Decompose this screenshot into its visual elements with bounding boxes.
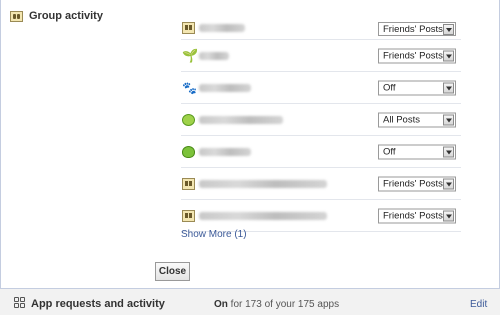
group-name-redacted xyxy=(199,51,229,60)
section-title: Group activity xyxy=(29,10,103,22)
group-icon xyxy=(182,177,195,190)
chevron-down-icon[interactable] xyxy=(443,178,454,189)
group-notification-select[interactable]: All Posts xyxy=(378,112,456,127)
apple-icon xyxy=(182,145,195,158)
paw-icon: 🐾 xyxy=(182,80,197,95)
group-name-redacted xyxy=(199,211,327,220)
group-name-redacted xyxy=(199,115,283,124)
group-icon xyxy=(10,10,23,22)
close-button[interactable]: Close xyxy=(155,262,190,281)
group-name-redacted xyxy=(199,23,245,32)
group-notification-select[interactable]: Friends' Posts xyxy=(378,22,456,36)
group-row: Friends' Posts xyxy=(181,168,461,200)
group-icon xyxy=(182,209,195,222)
group-name-redacted xyxy=(199,179,327,188)
chevron-down-icon[interactable] xyxy=(443,146,454,157)
select-value: Friends' Posts xyxy=(383,24,443,35)
select-value: Friends' Posts xyxy=(383,50,443,61)
show-more-link[interactable]: Show More (1) xyxy=(181,229,247,240)
chevron-down-icon[interactable] xyxy=(443,210,454,221)
group-notification-select[interactable]: Friends' Posts xyxy=(378,48,456,63)
select-value: Friends' Posts xyxy=(383,178,443,189)
app-requests-title: App requests and activity xyxy=(31,298,165,310)
group-activity-panel: Group activity Friends' Posts 🌱 Friends'… xyxy=(0,0,500,289)
select-value: Friends' Posts xyxy=(383,210,443,221)
chevron-down-icon[interactable] xyxy=(443,24,454,35)
leaf-icon: 🌱 xyxy=(182,47,199,63)
group-row: Friends' Posts xyxy=(181,200,461,232)
group-name-redacted xyxy=(199,83,251,92)
status-detail: for 173 of your 175 apps xyxy=(230,299,340,310)
group-row: All Posts xyxy=(181,104,461,136)
group-notification-select[interactable]: Friends' Posts xyxy=(378,176,456,191)
group-activity-header: Group activity xyxy=(10,10,103,22)
group-name-redacted xyxy=(199,147,251,156)
group-row: 🐾 Off xyxy=(181,72,461,104)
app-requests-row: App requests and activity On for 173 of … xyxy=(0,290,500,315)
select-value: Off xyxy=(383,146,396,157)
status-on: On xyxy=(214,299,228,310)
group-notification-select[interactable]: Off xyxy=(378,80,456,95)
chevron-down-icon[interactable] xyxy=(443,114,454,125)
group-notification-select[interactable]: Friends' Posts xyxy=(378,208,456,223)
select-value: Off xyxy=(383,82,396,93)
group-notification-select[interactable]: Off xyxy=(378,144,456,159)
app-requests-status: On for 173 of your 175 apps xyxy=(214,299,339,310)
group-row: 🌱 Friends' Posts xyxy=(181,40,461,72)
chevron-down-icon[interactable] xyxy=(443,82,454,93)
apps-grid-icon xyxy=(14,297,25,308)
group-row: Friends' Posts xyxy=(181,16,461,40)
group-icon xyxy=(182,21,195,34)
select-value: All Posts xyxy=(383,114,420,125)
group-row: Off xyxy=(181,136,461,168)
edit-link[interactable]: Edit xyxy=(470,299,487,310)
group-list: Friends' Posts 🌱 Friends' Posts 🐾 Off Al… xyxy=(181,16,461,232)
chevron-down-icon[interactable] xyxy=(443,50,454,61)
ball-icon xyxy=(182,113,195,126)
